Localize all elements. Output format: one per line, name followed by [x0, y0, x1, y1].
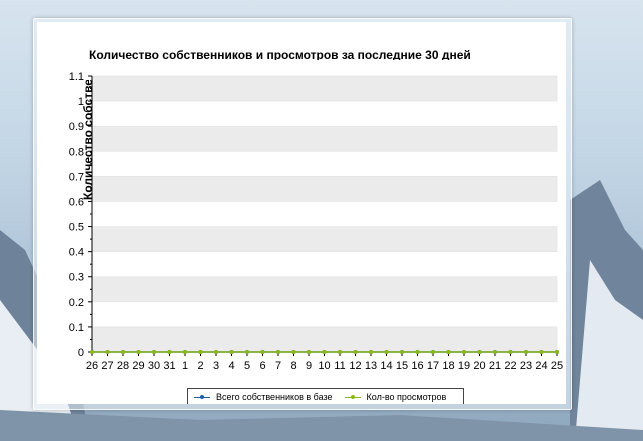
series-point-1: [431, 350, 435, 354]
y-tick-label: 0.3: [69, 272, 84, 284]
x-tick-label: 26: [86, 360, 98, 372]
chart-panel: Количество собственников и просмотров за…: [37, 22, 566, 404]
x-tick-label: 29: [132, 360, 144, 372]
y-tick-label: 0.4: [69, 247, 84, 259]
grid-band: [91, 226, 558, 252]
x-tick-label: 1: [182, 360, 188, 372]
series-point-1: [384, 350, 389, 354]
y-tick-label: 0.7: [69, 171, 84, 183]
legend-swatch-owners: [194, 393, 210, 402]
series-point-1: [90, 350, 94, 354]
y-tick-label: 0.5: [69, 222, 84, 234]
x-tick-label: 13: [365, 360, 377, 372]
series-point-1: [462, 350, 466, 354]
series-point-1: [245, 350, 249, 354]
x-tick-label: 19: [458, 360, 470, 372]
y-tick-label: 0.1: [69, 322, 84, 334]
grid-band: [91, 176, 558, 202]
x-tick-label: 17: [427, 360, 439, 372]
x-tick-label: 4: [228, 360, 234, 372]
x-tick-label: 21: [489, 360, 501, 372]
x-tick-label: 24: [535, 360, 547, 372]
series-point-1: [276, 350, 280, 354]
grid-band: [91, 125, 558, 152]
legend-label-owners: Всего собственников в базе: [216, 392, 333, 402]
x-tick-label: 22: [504, 360, 516, 372]
x-tick-label: 14: [380, 360, 392, 372]
series-point-1: [415, 350, 420, 354]
x-tick-label: 25: [551, 360, 563, 372]
y-tick-label: 0: [78, 347, 84, 359]
series-point-1: [477, 350, 482, 354]
series-point-1: [539, 350, 544, 354]
y-tick-label: 0.8: [69, 146, 84, 158]
x-tick-label: 15: [396, 360, 408, 372]
x-tick-label: 23: [520, 360, 532, 372]
x-tick-label: 27: [101, 360, 113, 372]
x-tick-label: 28: [117, 360, 129, 372]
x-tick-label: 7: [275, 360, 281, 372]
x-tick-label: 16: [411, 360, 423, 372]
grid-band: [91, 75, 558, 102]
x-tick-label: 18: [442, 360, 454, 372]
series-point-1: [307, 350, 311, 354]
series-point-1: [260, 350, 265, 354]
series-point-1: [136, 350, 141, 354]
x-tick-label: 2: [197, 360, 203, 372]
series-point-1: [105, 350, 110, 354]
series-point-1: [555, 350, 559, 354]
series-point-1: [493, 350, 497, 354]
x-tick-label: 9: [306, 360, 312, 372]
x-tick-label: 5: [244, 360, 250, 372]
x-tick-label: 3: [213, 360, 219, 372]
legend: Всего собственников в базе Кол-во просмо…: [187, 388, 464, 404]
legend-item-views[interactable]: Кол-во просмотров: [344, 392, 447, 402]
chart-window: Количество собственников и просмотров за…: [33, 18, 572, 410]
series-point-1: [291, 350, 296, 354]
x-tick-label: 20: [473, 360, 485, 372]
series-point-1: [121, 350, 125, 354]
y-tick-label: 0.2: [69, 297, 84, 309]
series-point-1: [214, 350, 218, 354]
y-tick-label: 1.1: [69, 71, 84, 83]
series-point-1: [524, 350, 528, 354]
series-point-1: [400, 350, 404, 354]
legend-item-owners[interactable]: Всего собственников в базе: [194, 392, 333, 402]
series-point-1: [353, 350, 358, 354]
x-tick-label: 8: [290, 360, 296, 372]
series-point-1: [338, 350, 342, 354]
x-tick-label: 30: [148, 360, 160, 372]
y-tick-label: 0.9: [69, 121, 84, 133]
series-point-1: [369, 350, 373, 354]
series-point-1: [508, 350, 513, 354]
series-point-1: [198, 350, 203, 354]
y-tick-label: 0.6: [69, 196, 84, 208]
series-point-1: [167, 350, 172, 354]
series-point-1: [152, 350, 156, 354]
x-tick-label: 10: [318, 360, 330, 372]
series-point-1: [446, 350, 451, 354]
x-tick-label: 11: [334, 360, 345, 372]
x-tick-label: 12: [349, 360, 361, 372]
grid-band: [91, 326, 558, 353]
y-tick-label: 1: [78, 96, 84, 108]
series-point-1: [229, 350, 234, 354]
series-point-1: [183, 350, 187, 354]
grid-band: [91, 276, 558, 303]
legend-swatch-views: [344, 393, 361, 402]
x-tick-label: 31: [163, 360, 175, 372]
series-point-1: [322, 350, 327, 354]
legend-label-views: Кол-во просмотров: [366, 392, 447, 402]
plot-area: 00.10.20.30.40.50.60.70.80.911.126 27 28 29…: [69, 71, 563, 372]
x-tick-label: 6: [259, 360, 265, 372]
